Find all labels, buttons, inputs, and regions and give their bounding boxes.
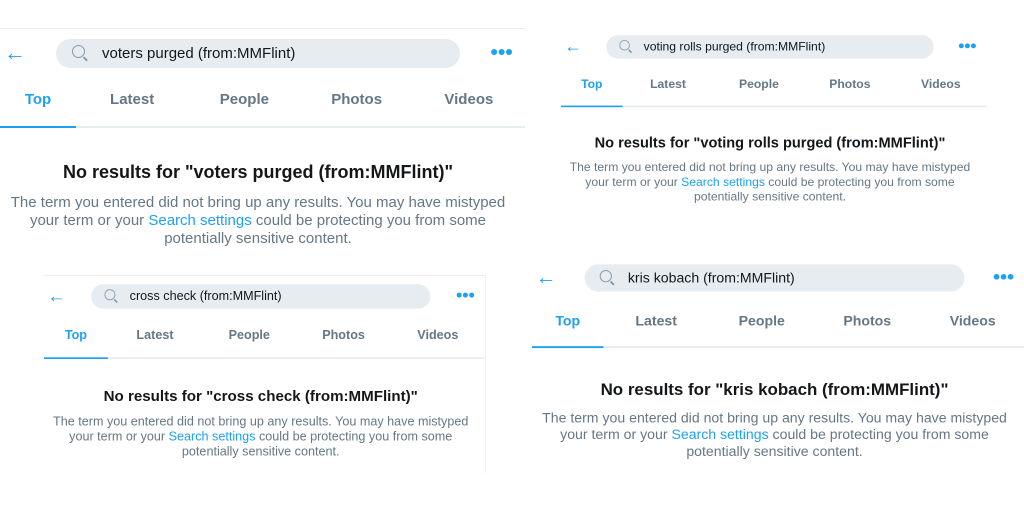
- tab-videos[interactable]: Videos: [895, 72, 986, 105]
- tab-top[interactable]: Top: [561, 72, 623, 108]
- search-query[interactable]: cross check (from:MMFlint): [130, 289, 282, 303]
- search-tabs: Top Latest People Photos Videos: [0, 85, 525, 128]
- search-icon: [599, 270, 612, 283]
- search-tabs: Top Latest People Photos Videos: [561, 72, 987, 108]
- no-results-heading: No results for "kris kobach (from:MMFlin…: [600, 380, 949, 399]
- search-query[interactable]: voters purged (from:MMFlint): [102, 45, 295, 62]
- tab-latest[interactable]: Latest: [108, 323, 202, 357]
- search-tabs: Top Latest People Photos Videos: [532, 308, 1024, 349]
- tab-people[interactable]: People: [202, 323, 296, 357]
- no-results-message: The term you entered did not bring up an…: [44, 414, 477, 459]
- search-icon: [104, 289, 116, 301]
- tab-videos[interactable]: Videos: [391, 323, 485, 357]
- back-arrow-icon[interactable]: ←: [47, 286, 65, 306]
- search-tabs: Top Latest People Photos Videos: [44, 323, 485, 360]
- search-input[interactable]: kris kobach (from:MMFlint): [584, 264, 965, 292]
- more-dots-icon[interactable]: ●●●: [456, 288, 476, 301]
- no-results-heading: No results for "cross check (from:MMFlin…: [103, 387, 418, 405]
- search-settings-link[interactable]: Search settings: [169, 430, 256, 444]
- tab-top[interactable]: Top: [532, 308, 604, 349]
- tab-photos[interactable]: Photos: [804, 72, 895, 105]
- tab-photos[interactable]: Photos: [301, 85, 413, 126]
- search-panel: ← voting rolls purged (from:MMFlint) ●●●…: [561, 27, 987, 218]
- back-arrow-icon[interactable]: ←: [536, 266, 557, 289]
- tab-latest[interactable]: Latest: [76, 85, 188, 126]
- search-settings-link[interactable]: Search settings: [671, 427, 768, 443]
- tab-latest[interactable]: Latest: [623, 72, 714, 105]
- back-arrow-icon[interactable]: ←: [564, 36, 582, 56]
- search-panel: ← voters purged (from:MMFlint) ●●● Top L…: [0, 28, 525, 264]
- tab-videos[interactable]: Videos: [413, 85, 525, 126]
- tab-photos[interactable]: Photos: [296, 323, 390, 357]
- search-panel: ← kris kobach (from:MMFlint) ●●● Top Lat…: [532, 255, 1024, 476]
- tab-top[interactable]: Top: [0, 85, 76, 128]
- no-results-message: The term you entered did not bring up an…: [0, 194, 516, 248]
- no-results-heading: No results for "voters purged (from:MMFl…: [62, 162, 454, 182]
- search-panel: ← cross check (from:MMFlint) ●●● Top Lat…: [44, 275, 486, 474]
- search-query[interactable]: voting rolls purged (from:MMFlint): [644, 40, 826, 54]
- search-icon: [72, 45, 85, 58]
- tab-photos[interactable]: Photos: [814, 308, 920, 347]
- search-icon: [619, 39, 630, 51]
- tab-videos[interactable]: Videos: [920, 308, 1024, 347]
- tab-top[interactable]: Top: [44, 323, 108, 360]
- no-results-heading: No results for "voting rolls purged (fro…: [594, 134, 946, 151]
- more-dots-icon[interactable]: ●●●: [490, 43, 513, 59]
- back-arrow-icon[interactable]: ←: [4, 41, 26, 65]
- search-input[interactable]: voting rolls purged (from:MMFlint): [606, 35, 934, 59]
- no-results-message: The term you entered did not bring up an…: [532, 410, 1017, 461]
- more-dots-icon[interactable]: ●●●: [993, 268, 1015, 283]
- no-results-message: The term you entered did not bring up an…: [561, 161, 979, 205]
- tab-latest[interactable]: Latest: [603, 308, 709, 347]
- search-settings-link[interactable]: Search settings: [681, 175, 765, 189]
- more-dots-icon[interactable]: ●●●: [958, 38, 977, 51]
- tab-people[interactable]: People: [188, 85, 300, 126]
- search-input[interactable]: cross check (from:MMFlint): [91, 284, 431, 309]
- tab-people[interactable]: People: [713, 72, 804, 105]
- tab-people[interactable]: People: [709, 308, 815, 347]
- search-input[interactable]: voters purged (from:MMFlint): [56, 39, 460, 68]
- search-settings-link[interactable]: Search settings: [148, 212, 251, 229]
- search-query[interactable]: kris kobach (from:MMFlint): [628, 270, 795, 286]
